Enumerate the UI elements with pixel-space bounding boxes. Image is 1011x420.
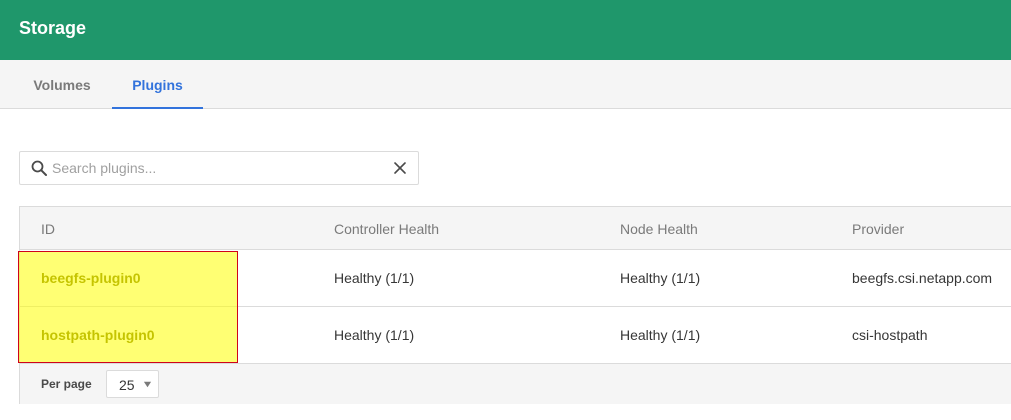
tab-plugins[interactable]: Plugins bbox=[112, 60, 203, 109]
table-header: ID Controller Health Node Health Provide… bbox=[20, 207, 1011, 250]
column-header-controller-health[interactable]: Controller Health bbox=[334, 221, 439, 237]
node-health: Healthy (1/1) bbox=[620, 327, 701, 343]
tab-volumes[interactable]: Volumes bbox=[19, 60, 105, 109]
table-row[interactable]: beegfs-plugin0 Healthy (1/1) Healthy (1/… bbox=[20, 250, 1011, 307]
per-page-label: Per page bbox=[41, 377, 92, 391]
chevron-down-icon bbox=[143, 381, 152, 388]
provider: csi-hostpath bbox=[852, 327, 928, 343]
table-row[interactable]: hostpath-plugin0 Healthy (1/1) Healthy (… bbox=[20, 307, 1011, 364]
controller-health: Healthy (1/1) bbox=[334, 270, 415, 286]
column-header-provider[interactable]: Provider bbox=[852, 221, 904, 237]
table-pagination: Per page 25 bbox=[20, 364, 1011, 404]
provider: beegfs.csi.netapp.com bbox=[852, 270, 993, 286]
controller-health: Healthy (1/1) bbox=[334, 327, 415, 343]
per-page-select[interactable]: 25 bbox=[106, 370, 159, 398]
search-input[interactable] bbox=[52, 153, 382, 183]
plugins-table: ID Controller Health Node Health Provide… bbox=[19, 206, 1011, 404]
search-icon bbox=[31, 160, 47, 176]
close-icon[interactable] bbox=[392, 160, 408, 176]
plugin-id[interactable]: beegfs-plugin0 bbox=[41, 270, 141, 286]
search-box bbox=[19, 151, 419, 185]
plugin-id[interactable]: hostpath-plugin0 bbox=[41, 327, 155, 343]
app-header: Storage bbox=[0, 0, 1011, 60]
column-header-id[interactable]: ID bbox=[41, 221, 55, 237]
per-page-value: 25 bbox=[119, 377, 135, 393]
page-title: Storage bbox=[19, 18, 87, 38]
node-health: Healthy (1/1) bbox=[620, 270, 701, 286]
column-header-node-health[interactable]: Node Health bbox=[620, 221, 698, 237]
tab-bar: Volumes Plugins bbox=[0, 60, 1011, 109]
